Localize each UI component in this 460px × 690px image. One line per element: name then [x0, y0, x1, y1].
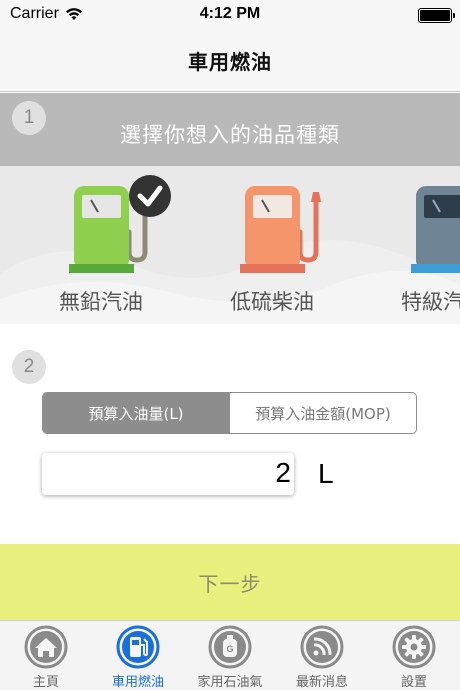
- fuel-pump-icon: [411, 186, 460, 273]
- tab-label: 主頁: [32, 675, 59, 690]
- step1-title: 選擇你想入的油品種類: [120, 123, 340, 147]
- gear-icon: [392, 625, 436, 669]
- fuel-label: 特級汽油: [401, 290, 460, 314]
- step2-number: 2: [12, 350, 46, 384]
- tab-vehicle-fuel[interactable]: 車用燃油: [92, 621, 184, 690]
- segment-litres[interactable]: 預算入油量(L): [43, 393, 229, 433]
- status-time: 4:12 PM: [199, 5, 261, 22]
- fuel-label: 無鉛汽油: [59, 290, 143, 314]
- pump-base: [240, 264, 305, 273]
- step1-header: 1 選擇你想入的油品種類: [0, 93, 460, 166]
- fuel-pump-icon: [116, 625, 160, 669]
- nav-bar: 車用燃油: [0, 30, 460, 92]
- tab-bar: 主頁 車用燃油 G 家用石油氣 最新消息 設置: [0, 620, 460, 690]
- tab-label: 車用燃油: [111, 675, 164, 690]
- status-bar: Carrier 4:12 PM: [0, 0, 460, 30]
- page-title: 車用燃油: [188, 50, 272, 74]
- fuel-pump-icon: [69, 175, 171, 273]
- gas-cylinder-icon: G: [208, 625, 252, 669]
- fuel-carousel[interactable]: 無鉛汽油 低硫柴油 特級汽油: [0, 166, 460, 324]
- svg-text:G: G: [226, 644, 233, 654]
- unit-label: L: [318, 458, 334, 489]
- selected-check-icon: [129, 175, 171, 217]
- tab-label: 家用石油氣: [197, 675, 263, 690]
- segment-mop[interactable]: 預算入油金額(MOP): [229, 393, 416, 433]
- fuel-option-unleaded[interactable]: 無鉛汽油: [26, 166, 176, 324]
- rss-icon: [300, 625, 344, 669]
- tab-household-lpg[interactable]: G 家用石油氣: [184, 621, 276, 690]
- fuel-pump-icon: [240, 186, 321, 273]
- battery-icon: [418, 8, 455, 23]
- pump-base: [69, 264, 134, 273]
- tab-latest-news[interactable]: 最新消息: [276, 621, 368, 690]
- amount-input[interactable]: 2: [42, 453, 294, 495]
- amount-type-segmented-control: 預算入油量(L) 預算入油金額(MOP): [42, 392, 417, 434]
- tab-settings[interactable]: 設置: [368, 621, 460, 690]
- fuel-option-diesel[interactable]: 低硫柴油: [197, 166, 347, 324]
- next-step-button[interactable]: 下一步: [0, 544, 460, 620]
- fuel-label: 低硫柴油: [230, 290, 314, 314]
- home-icon: [24, 625, 68, 669]
- fuel-option-premium[interactable]: 特級汽油: [368, 166, 460, 324]
- tab-label: 最新消息: [295, 675, 348, 690]
- tab-home[interactable]: 主頁: [0, 621, 92, 690]
- pump-base: [411, 264, 460, 273]
- tab-label: 設置: [400, 675, 427, 690]
